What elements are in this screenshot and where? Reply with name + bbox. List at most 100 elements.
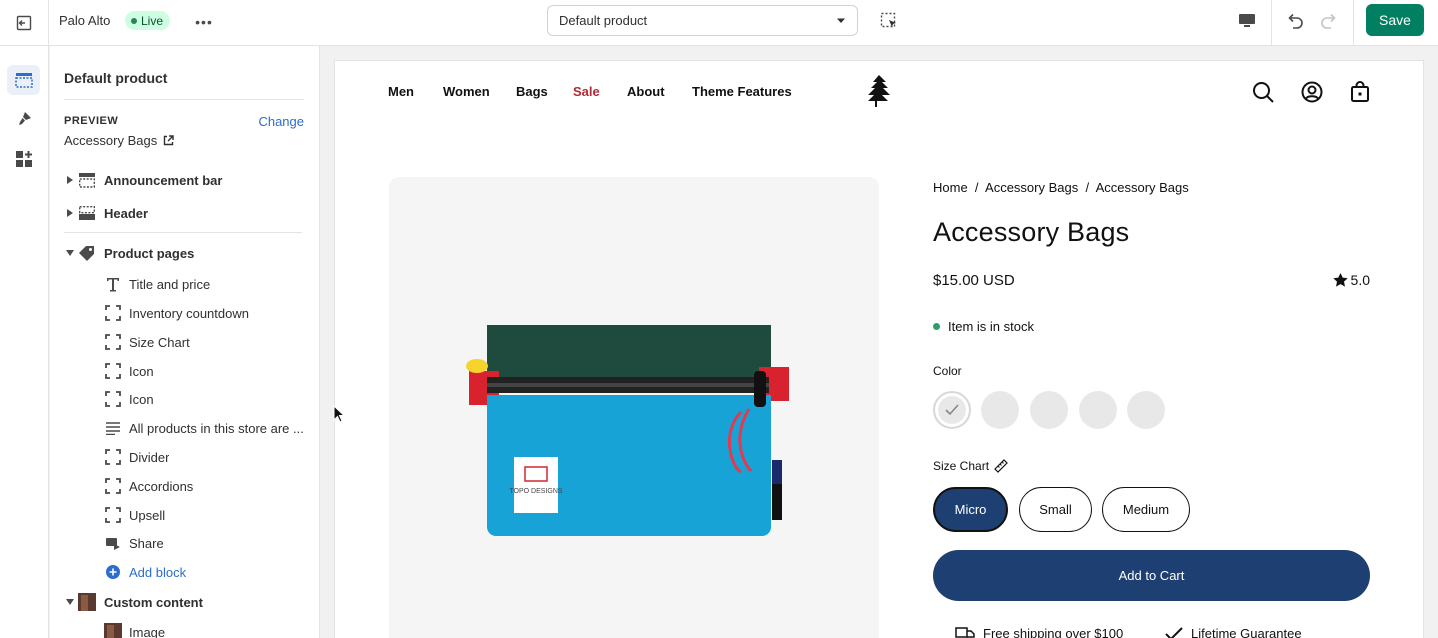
product-rating[interactable]: 5.0	[1332, 272, 1370, 288]
block-label: Accordions	[129, 478, 194, 494]
block-image[interactable]: Image	[50, 619, 319, 638]
perk-lifetime-guarantee: Lifetime Guarantee	[1165, 626, 1302, 638]
section-product-pages[interactable]: Product pages	[50, 240, 319, 266]
sections-tab[interactable]	[7, 65, 40, 95]
nav-link-bags[interactable]: Bags	[516, 84, 548, 99]
preview-product-link[interactable]: Accessory Bags	[64, 133, 174, 148]
bag-illustration: TOPO DESIGNS	[466, 325, 789, 536]
checkmark-icon	[945, 404, 959, 416]
color-swatch[interactable]	[1079, 391, 1117, 429]
inspector-button[interactable]	[878, 10, 900, 32]
section-label: Custom content	[104, 594, 203, 610]
block-label: Divider	[129, 449, 170, 465]
block-icon	[104, 333, 122, 351]
color-swatch-selected[interactable]	[933, 391, 971, 429]
sections-sidebar: Default product PREVIEW Change Accessory…	[50, 46, 320, 638]
product-image[interactable]: TOPO DESIGNS	[389, 177, 879, 638]
color-swatch[interactable]	[981, 391, 1019, 429]
editor-icon-rail	[0, 46, 49, 638]
perk-label: Lifetime Guarantee	[1191, 626, 1302, 638]
block-icon-1[interactable]: Icon	[50, 358, 319, 384]
block-inventory-countdown[interactable]: Inventory countdown	[50, 300, 319, 326]
add-block-button[interactable]: Add block	[50, 559, 319, 585]
add-block-label: Add block	[129, 564, 187, 580]
checkmark-icon	[1165, 626, 1183, 638]
undo-icon	[1288, 13, 1303, 29]
caret-right-icon[interactable]	[65, 208, 75, 218]
nav-link-sale[interactable]: Sale	[573, 84, 600, 99]
block-icon-2[interactable]: Icon	[50, 386, 319, 412]
topbar-divider	[1353, 0, 1354, 46]
theme-settings-tab[interactable]	[7, 104, 40, 134]
app-embeds-tab[interactable]	[7, 144, 40, 174]
caret-right-icon[interactable]	[65, 175, 75, 185]
block-upsell[interactable]: Upsell	[50, 502, 319, 528]
nav-link-women[interactable]: Women	[443, 84, 490, 99]
redo-button[interactable]	[1317, 9, 1341, 33]
share-icon	[104, 534, 122, 552]
add-to-cart-button[interactable]: Add to Cart	[933, 550, 1370, 601]
block-store-text[interactable]: All products in this store are ...	[50, 415, 319, 441]
desktop-icon	[1239, 14, 1255, 27]
paragraph-icon	[104, 419, 122, 437]
topbar-divider	[1271, 0, 1272, 46]
stock-status: Item is in stock	[933, 319, 1034, 334]
section-label: Announcement bar	[104, 172, 223, 188]
stock-text: Item is in stock	[948, 319, 1034, 334]
nav-link-theme-features[interactable]: Theme Features	[692, 84, 792, 99]
section-header[interactable]: Header	[50, 200, 319, 226]
size-option-micro[interactable]: Micro	[933, 487, 1008, 532]
block-icon	[104, 362, 122, 380]
section-announcement-bar[interactable]: Announcement bar	[50, 167, 319, 193]
text-icon	[104, 275, 122, 293]
paintbrush-icon	[18, 112, 31, 125]
size-option-medium[interactable]: Medium	[1102, 487, 1190, 532]
star-icon	[1332, 273, 1348, 287]
sidebar-divider	[64, 232, 302, 233]
block-title-and-price[interactable]: Title and price	[50, 271, 319, 297]
chevron-down-icon	[837, 18, 845, 23]
block-size-chart[interactable]: Size Chart	[50, 329, 319, 355]
product-price: $15.00 USD	[933, 272, 1015, 289]
more-actions-button[interactable]: •••	[193, 12, 215, 32]
size-option-small[interactable]: Small	[1019, 487, 1092, 532]
block-share[interactable]: Share	[50, 530, 319, 556]
color-swatch[interactable]	[1030, 391, 1068, 429]
account-icon[interactable]	[1300, 80, 1324, 104]
image-thumbnail-icon	[78, 593, 96, 611]
breadcrumb[interactable]: Home / Accessory Bags / Accessory Bags	[933, 180, 1189, 195]
ruler-icon	[994, 459, 1008, 473]
ellipsis-icon: •••	[195, 14, 213, 30]
color-swatch[interactable]	[1127, 391, 1165, 429]
caret-down-icon[interactable]	[65, 248, 75, 258]
size-chart-label[interactable]: Size Chart	[933, 459, 1008, 473]
save-button[interactable]: Save	[1366, 4, 1424, 36]
nav-link-about[interactable]: About	[627, 84, 665, 99]
stock-dot-icon	[933, 323, 940, 330]
caret-down-icon[interactable]	[65, 597, 75, 607]
nav-link-men[interactable]: Men	[388, 84, 414, 99]
exit-button[interactable]	[0, 0, 49, 46]
store-logo-tree-icon[interactable]	[864, 74, 894, 108]
preview-label: PREVIEW	[64, 115, 119, 127]
image-thumbnail-icon	[104, 623, 122, 638]
block-divider[interactable]: Divider	[50, 444, 319, 470]
search-icon[interactable]	[1251, 80, 1275, 104]
perk-free-shipping: Free shipping over $100	[955, 626, 1123, 638]
cart-bag-icon[interactable]	[1348, 80, 1372, 104]
redo-icon	[1321, 13, 1336, 29]
undo-button[interactable]	[1283, 9, 1307, 33]
template-select[interactable]: Default product	[547, 5, 858, 36]
editor-topbar: Palo Alto Live ••• Default product Save	[0, 0, 1438, 46]
preview-canvas: Men Women Bags Sale About Theme Features	[320, 46, 1438, 638]
sidebar-divider	[64, 99, 304, 100]
block-accordions[interactable]: Accordions	[50, 473, 319, 499]
template-select-value: Default product	[559, 13, 648, 28]
block-label: Size Chart	[129, 334, 190, 350]
device-preview-button[interactable]	[1236, 10, 1258, 32]
plus-circle-icon	[104, 563, 122, 581]
product-image-label: TOPO DESIGNS	[509, 488, 562, 495]
tag-icon	[78, 244, 96, 262]
preview-change-link[interactable]: Change	[258, 114, 304, 129]
section-custom-content[interactable]: Custom content	[50, 589, 319, 615]
